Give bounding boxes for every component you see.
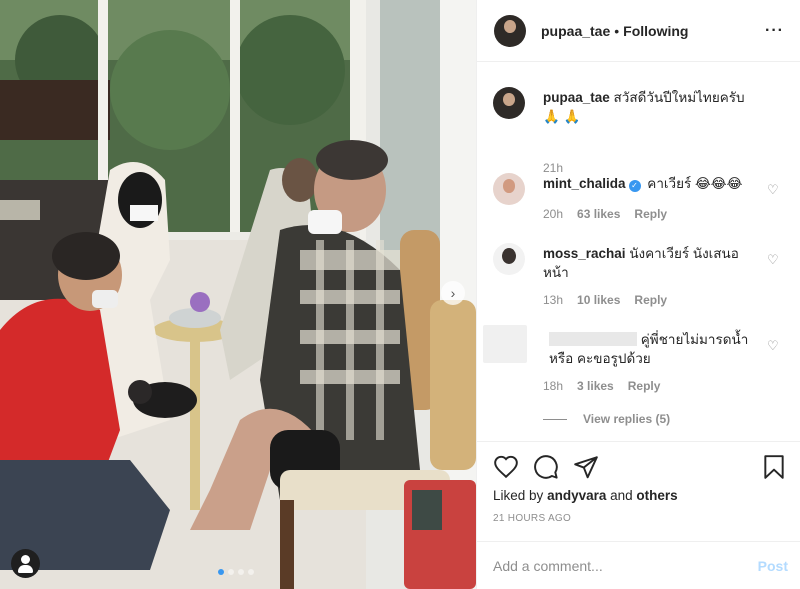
comments-list[interactable]: pupaa_tae สวัสดีวันปีใหม่ไทยครับ 🙏 🙏 21h… (477, 63, 800, 441)
comment-age: 18h (543, 379, 564, 393)
post-button[interactable]: Post (758, 558, 788, 574)
heart-icon[interactable] (493, 454, 519, 480)
comment-like-icon[interactable]: ♡ (767, 253, 780, 266)
comment-likes[interactable]: 63 likes (577, 207, 620, 221)
comment-like-icon[interactable]: ♡ (767, 339, 780, 352)
post-timestamp[interactable]: 21 HOURS AGO (493, 513, 571, 524)
comment-likes[interactable]: 10 likes (577, 293, 620, 307)
caption-text: pupaa_tae สวัสดีวันปีใหม่ไทยครับ 🙏 🙏 (543, 88, 756, 126)
comment-age: 20h (543, 207, 564, 221)
commenter-username[interactable]: moss_rachai (543, 246, 626, 261)
carousel-dot (228, 569, 234, 575)
hidden-username (549, 332, 637, 346)
next-slide-icon[interactable]: › (441, 281, 465, 305)
comment-likes[interactable]: 3 likes (577, 379, 614, 393)
view-replies-label: View replies (5) (583, 412, 671, 426)
comment-text: mint_chalida ✓ คาเวียร์ 😂😂😂 (543, 174, 756, 193)
comment-meta: 18h 3 likes Reply (543, 379, 660, 393)
caption-age: 21h (543, 161, 564, 175)
post-photo-illustration (0, 0, 476, 589)
liked-by: Liked by andyvara and others (493, 488, 678, 503)
replies-divider (543, 418, 567, 420)
reply-button[interactable]: Reply (634, 293, 667, 307)
bookmark-icon[interactable] (761, 454, 787, 480)
caption-meta: 21h (543, 161, 563, 175)
following-button[interactable]: Following (623, 23, 688, 39)
reply-button[interactable]: Reply (634, 207, 667, 221)
view-replies-button[interactable]: View replies (5) (543, 412, 670, 426)
comment-age: 13h (543, 293, 564, 307)
reply-button[interactable]: Reply (628, 379, 661, 393)
liked-prefix: Liked by (493, 488, 544, 503)
post-header: pupaa_tae • Following ··· (477, 0, 800, 62)
author-avatar[interactable] (493, 87, 525, 119)
commenter-avatar[interactable] (493, 243, 525, 275)
author-avatar[interactable] (494, 14, 526, 47)
action-icons (493, 454, 785, 480)
more-options-icon[interactable]: ··· (765, 22, 784, 40)
verified-badge-icon: ✓ (628, 180, 641, 192)
comment-text: คู่พี่ชายไม่มารดน้ำหรือ คะขอรูปด้วย (549, 330, 756, 368)
tagged-user-icon[interactable] (11, 549, 40, 578)
post-photo[interactable]: › (0, 0, 476, 589)
caption-username[interactable]: pupaa_tae (543, 90, 610, 105)
commenter-username[interactable]: mint_chalida (543, 176, 626, 191)
comment-icon[interactable] (533, 454, 559, 480)
comment-meta: 20h 63 likes Reply (543, 207, 667, 221)
liked-joiner: and (610, 488, 633, 503)
header-separator: • (614, 22, 620, 39)
comment-meta: 13h 10 likes Reply (543, 293, 667, 307)
post-actions: Liked by andyvara and others 21 HOURS AG… (477, 441, 800, 541)
carousel-dot (218, 569, 224, 575)
liked-user[interactable]: andyvara (547, 488, 606, 503)
add-comment-bar: Post (477, 541, 800, 589)
liked-others[interactable]: others (636, 488, 677, 503)
carousel-dot (248, 569, 254, 575)
comment-input[interactable] (493, 557, 758, 574)
author-username[interactable]: pupaa_tae (541, 23, 610, 39)
share-icon[interactable] (573, 454, 599, 480)
comment-like-icon[interactable]: ♡ (767, 183, 780, 196)
commenter-avatar[interactable] (493, 173, 525, 205)
comment-body: คาเวียร์ 😂😂😂 (647, 176, 743, 191)
comment-text: moss_rachai นังคาเวียร์ นังเสนอหน้า (543, 244, 756, 282)
carousel-dot (238, 569, 244, 575)
carousel-dots (218, 569, 254, 575)
post-side-panel: pupaa_tae • Following ··· pupaa_tae สวัส… (476, 0, 800, 589)
commenter-avatar[interactable] (483, 325, 527, 363)
